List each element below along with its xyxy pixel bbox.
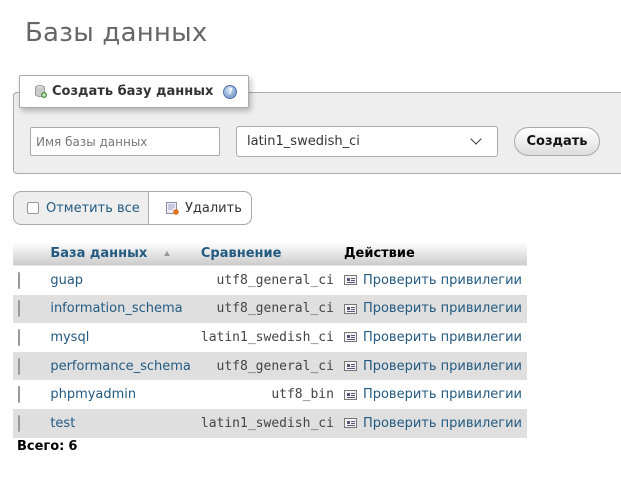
check-privileges-label: Проверить привилегии bbox=[362, 358, 522, 374]
database-link[interactable]: mysql bbox=[50, 330, 89, 345]
row-checkbox[interactable] bbox=[18, 328, 20, 346]
collation-cell: utf8_bin bbox=[195, 380, 339, 409]
check-privileges-label: Проверить привилегии bbox=[362, 387, 522, 403]
check-privileges-label: Проверить привилегии bbox=[362, 301, 522, 317]
table-row: phpmyadmin utf8_bin Проверить привилегии bbox=[13, 380, 527, 409]
check-privileges-link[interactable]: Проверить привилегии bbox=[343, 415, 522, 431]
row-checkbox[interactable] bbox=[18, 357, 20, 375]
database-link[interactable]: phpmyadmin bbox=[50, 387, 136, 402]
total-value: 6 bbox=[68, 439, 78, 454]
check-privileges-link[interactable]: Проверить привилегии bbox=[343, 329, 522, 345]
create-database-title: Создать базу данных bbox=[52, 84, 214, 99]
sort-ascending-icon bbox=[163, 251, 170, 256]
row-checkbox[interactable] bbox=[18, 386, 20, 404]
help-icon[interactable]: ? bbox=[223, 84, 238, 99]
total-label: Всего: bbox=[17, 439, 65, 454]
delete-database-icon bbox=[166, 201, 179, 215]
create-database-legend: Создать базу данных ? bbox=[19, 75, 249, 108]
database-add-icon bbox=[35, 85, 47, 98]
check-privileges-link[interactable]: Проверить привилегии bbox=[343, 301, 522, 317]
database-name-input[interactable] bbox=[30, 127, 220, 156]
bulk-action-bar: Отметить все Удалить bbox=[13, 191, 252, 225]
collation-cell: latin1_swedish_ci bbox=[195, 408, 339, 438]
collation-cell: latin1_swedish_ci bbox=[195, 323, 339, 352]
header-check-column bbox=[13, 242, 46, 266]
collation-cell: utf8_general_ci bbox=[195, 294, 339, 324]
delete-label: Удалить bbox=[185, 200, 242, 216]
header-database-label: База данных bbox=[50, 246, 148, 261]
databases-table: База данных Сравнение Действие guap utf8… bbox=[13, 242, 527, 438]
check-all-toggle[interactable]: Отметить все bbox=[14, 192, 148, 224]
row-checkbox[interactable] bbox=[18, 300, 20, 318]
privileges-icon bbox=[343, 418, 357, 429]
row-checkbox[interactable] bbox=[18, 414, 20, 432]
privileges-icon bbox=[343, 389, 357, 400]
table-row: performance_schema utf8_general_ci Прове… bbox=[13, 351, 527, 381]
check-privileges-label: Проверить привилегии bbox=[362, 272, 522, 288]
check-privileges-label: Проверить привилегии bbox=[362, 329, 522, 345]
check-privileges-label: Проверить привилегии bbox=[362, 415, 522, 431]
total-count: Всего: 6 bbox=[17, 439, 77, 454]
collation-select[interactable]: latin1_swedish_ci bbox=[236, 126, 498, 157]
header-collation[interactable]: Сравнение bbox=[195, 242, 339, 266]
page-title: Базы данных bbox=[25, 18, 208, 48]
collation-select-value: latin1_swedish_ci bbox=[247, 134, 360, 149]
table-row: guap utf8_general_ci Проверить привилеги… bbox=[13, 265, 527, 295]
database-link[interactable]: test bbox=[50, 416, 75, 431]
chevron-down-icon bbox=[470, 133, 482, 145]
privileges-icon bbox=[343, 275, 357, 286]
collation-cell: utf8_general_ci bbox=[195, 265, 339, 295]
check-privileges-link[interactable]: Проверить привилегии bbox=[343, 358, 522, 374]
check-privileges-link[interactable]: Проверить привилегии bbox=[343, 272, 522, 288]
header-database[interactable]: База данных bbox=[45, 242, 196, 266]
database-link[interactable]: information_schema bbox=[50, 301, 182, 316]
collation-cell: utf8_general_ci bbox=[195, 351, 339, 381]
delete-button[interactable]: Удалить bbox=[148, 192, 251, 224]
header-action: Действие bbox=[338, 242, 527, 266]
header-action-label: Действие bbox=[343, 246, 415, 261]
privileges-icon bbox=[343, 332, 357, 343]
table-row: test latin1_swedish_ci Проверить привиле… bbox=[13, 408, 527, 438]
privileges-icon bbox=[343, 361, 357, 372]
table-row: mysql latin1_swedish_ci Проверить привил… bbox=[13, 323, 527, 352]
check-privileges-link[interactable]: Проверить привилегии bbox=[343, 387, 522, 403]
header-collation-label: Сравнение bbox=[200, 246, 282, 261]
table-header-row: База данных Сравнение Действие bbox=[13, 242, 527, 266]
check-all-label: Отметить все bbox=[46, 200, 140, 216]
privileges-icon bbox=[343, 303, 357, 314]
row-checkbox[interactable] bbox=[18, 271, 20, 289]
database-link[interactable]: guap bbox=[50, 273, 83, 288]
database-link[interactable]: performance_schema bbox=[50, 359, 191, 374]
table-row: information_schema utf8_general_ci Прове… bbox=[13, 294, 527, 324]
check-all-checkbox[interactable] bbox=[27, 202, 39, 214]
create-button[interactable]: Создать bbox=[514, 127, 600, 156]
